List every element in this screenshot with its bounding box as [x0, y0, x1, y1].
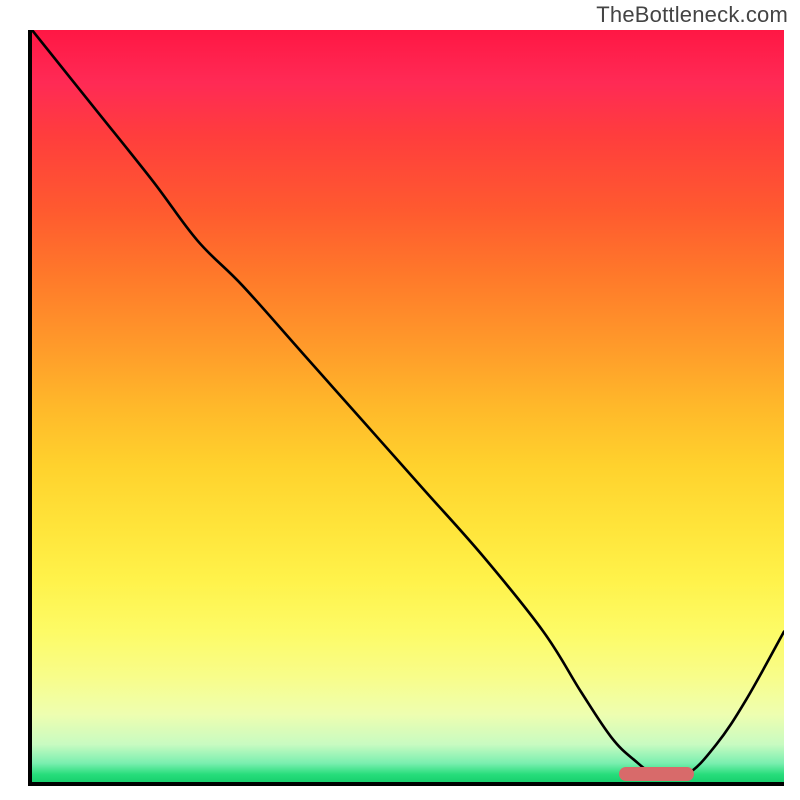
plot-inner [32, 30, 784, 782]
plot-frame [28, 30, 784, 786]
curve-svg [32, 30, 784, 782]
chart-container: TheBottleneck.com [0, 0, 800, 800]
bottleneck-curve-path [32, 30, 784, 778]
optimal-range-marker [619, 767, 694, 781]
watermark-text: TheBottleneck.com [596, 2, 788, 28]
